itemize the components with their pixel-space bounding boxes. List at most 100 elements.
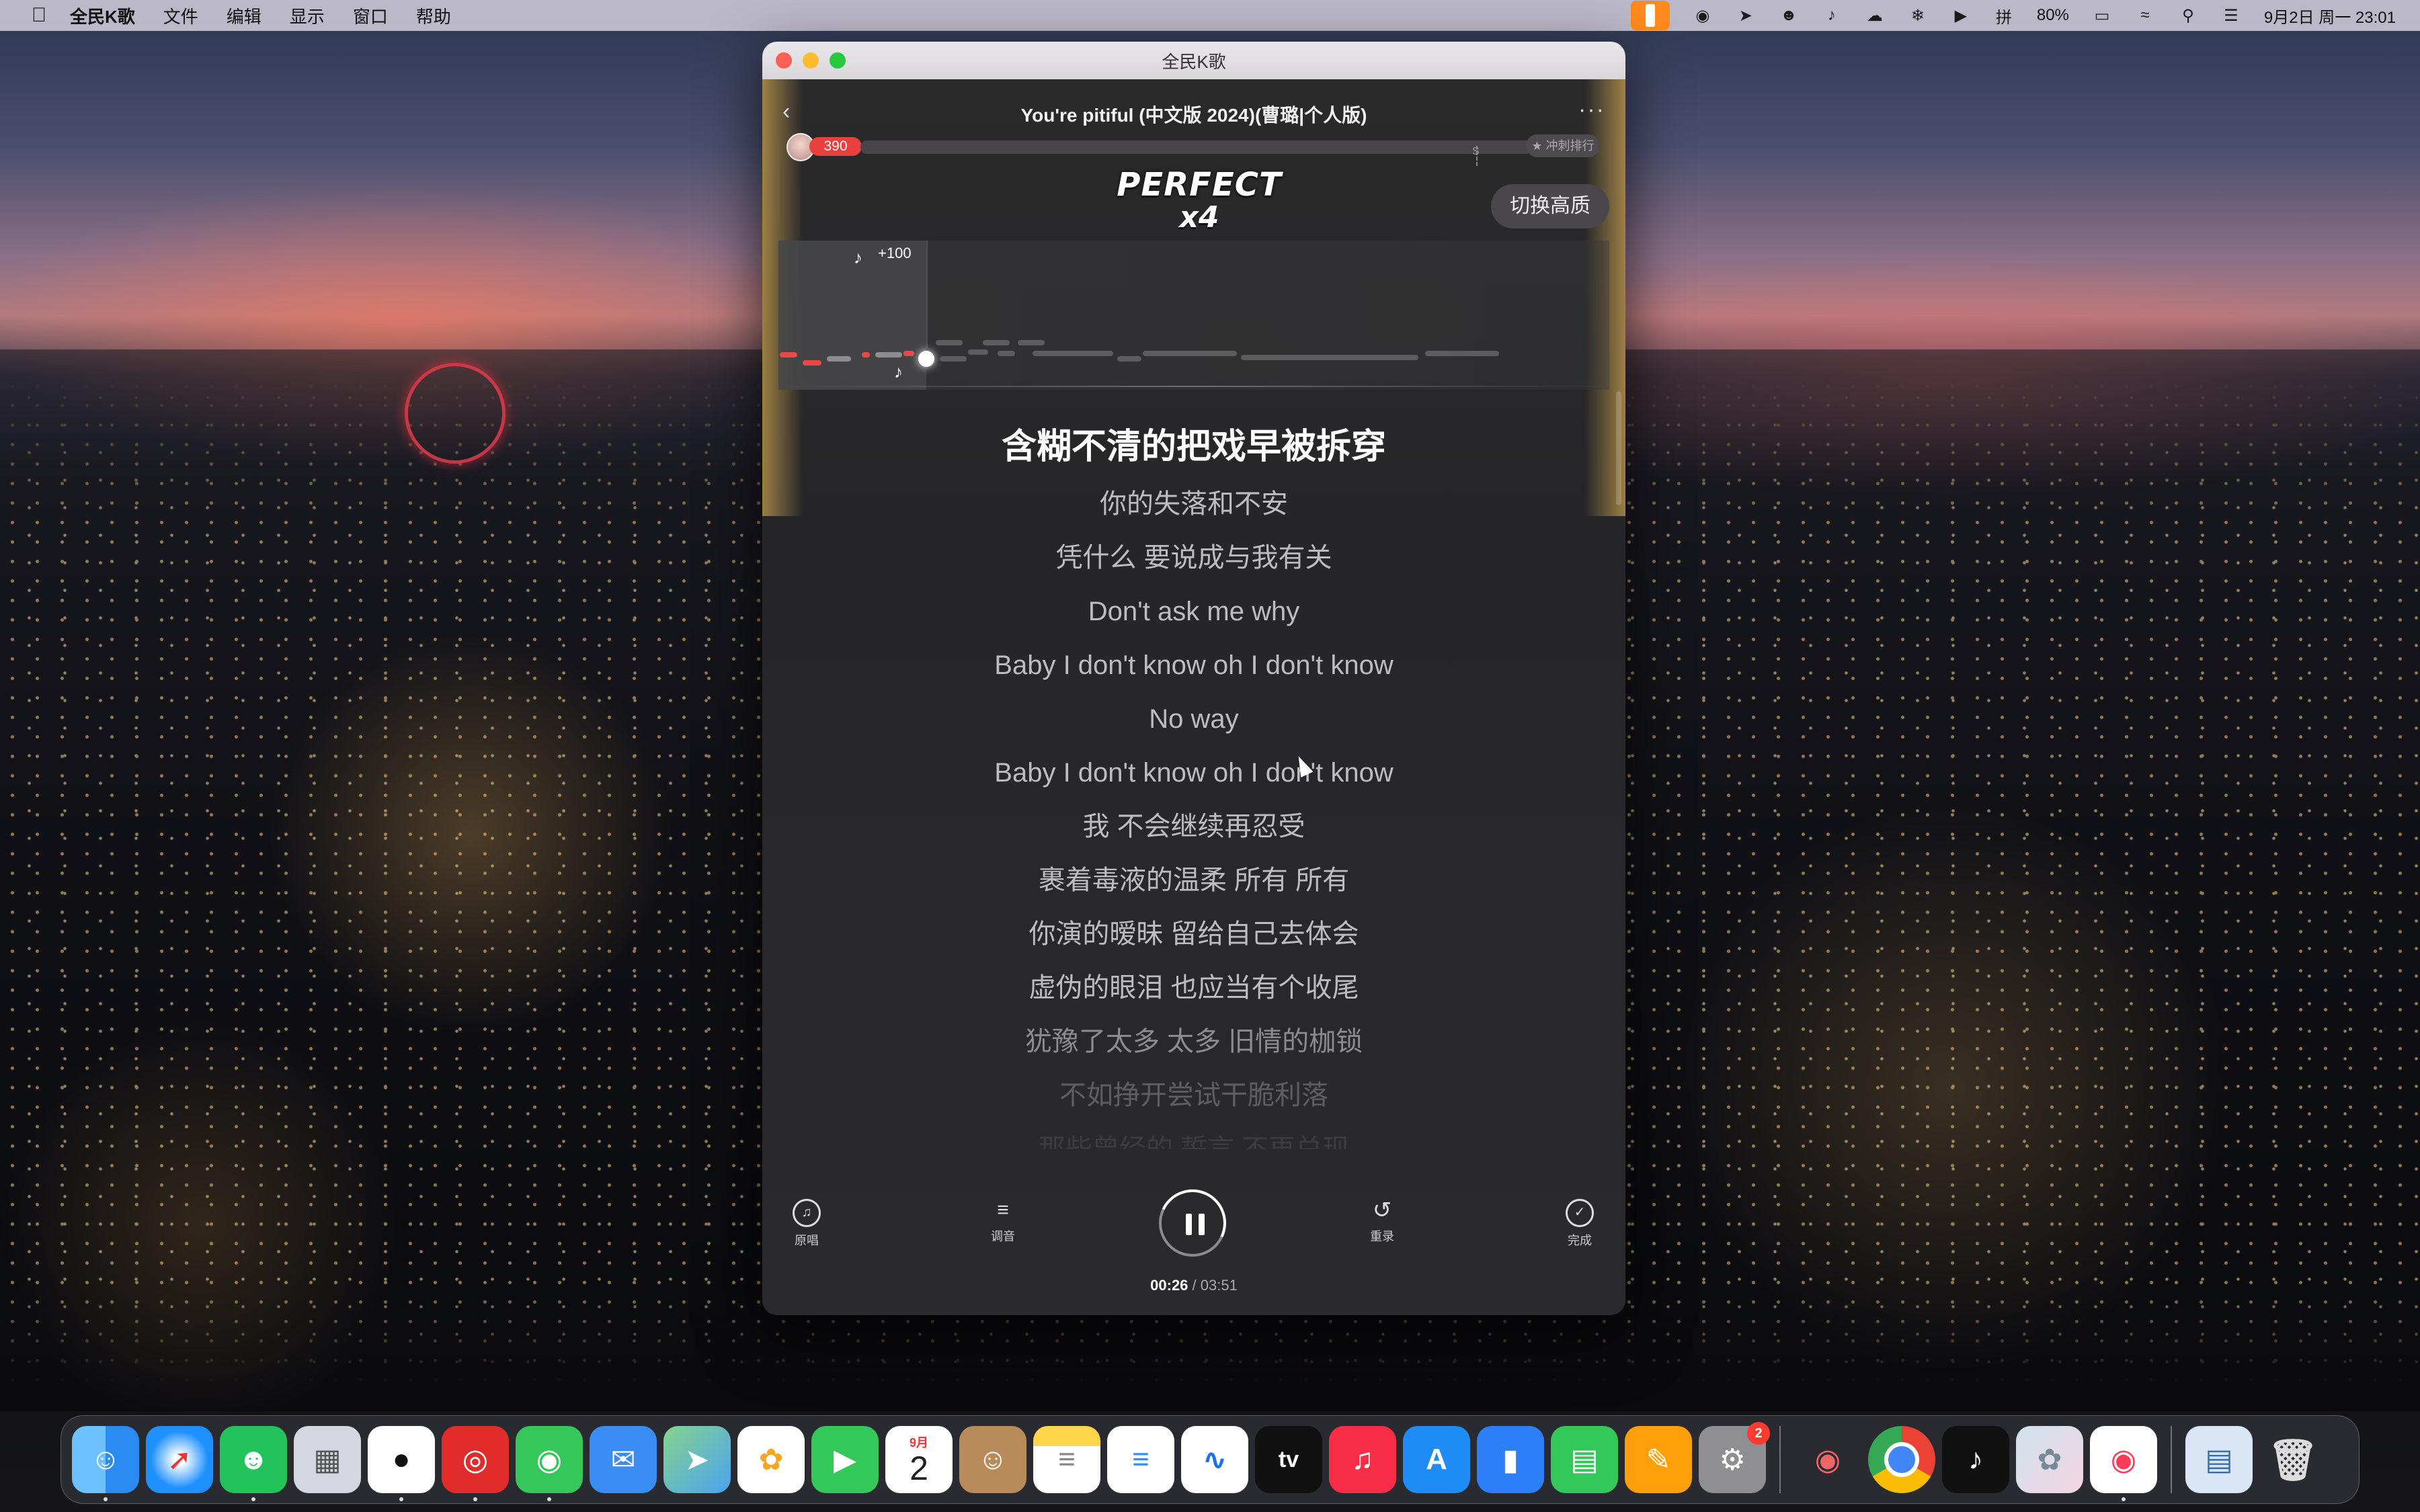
calendar-month: 9月 [909,1436,928,1450]
pitch-bar [875,352,902,358]
lyric-line: 那些曾经的 誓言 不再兑现 [1038,1134,1350,1149]
lyric-line: Baby I don't know oh I don't know [994,758,1394,788]
pages-icon[interactable]: ✎ [1625,1426,1692,1493]
photo-thumbnail-icon[interactable]: ✿ [2016,1426,2083,1493]
pitch-bar [936,340,963,345]
karaoke-icon[interactable]: ◉ [1794,1426,1861,1493]
snowflake-icon[interactable]: ❄ [1908,5,1928,26]
perfect-text: PERFECT [1117,166,1282,204]
facetime-icon[interactable]: ▶ [811,1426,879,1493]
reminders-icon[interactable]: ≡ [1107,1426,1174,1493]
pitch-bar [1241,355,1418,360]
window-titlebar[interactable]: 全民K歌 [762,42,1625,79]
restart-button[interactable]: ↺ 重录 [1348,1184,1416,1245]
checkmark-icon: ✓ [1566,1199,1594,1227]
original-vocal-button[interactable]: ♫ 原唱 [773,1184,840,1249]
pause-button[interactable] [1149,1179,1236,1267]
apple-tv-icon[interactable]: tv [1255,1426,1322,1493]
rank-pill[interactable]: ★ 冲刺排行 [1526,134,1600,157]
messages-icon[interactable]: ◉ [516,1426,583,1501]
switch-quality-button[interactable]: 切换高质 [1491,184,1609,228]
menu-file[interactable]: 文件 [163,3,198,28]
battery-icon[interactable]: ▭ [2092,5,2112,26]
pitch-graph: +100 ♪ ♪ [778,241,1609,390]
photos-icon[interactable]: ✿ [737,1426,805,1493]
scrollbar[interactable] [1616,391,1621,505]
pause-icon [1186,1214,1205,1235]
system-settings-icon[interactable]: ⚙ 2 [1699,1422,1770,1493]
lyric-line: 不如挣开尝试干脆利落 [1059,1081,1328,1110]
restart-icon: ↺ [1372,1198,1392,1223]
play-status-icon[interactable]: ▶ [1951,5,1971,26]
score-progress-bar: S [860,140,1533,166]
music-icon[interactable]: ♫ [1329,1426,1396,1493]
lyric-line-current: 含糊不清的把戏早被拆穿 [1001,427,1386,466]
finder-icon[interactable]: ☺ [72,1426,139,1501]
numbers-icon[interactable]: ▤ [1551,1426,1618,1493]
menu-bar:  全民K歌 文件 编辑 显示 窗口 帮助 ◉ ➤ ☻ ♪ ☁ ❄ ▶ 拼 80… [0,0,2420,31]
mic-in-use-icon[interactable] [1630,1,1670,30]
menu-clock[interactable]: 9月2日 周一 23:01 [2264,4,2396,28]
pitch-bar [862,352,870,358]
contacts-icon[interactable]: ☺ [959,1426,1026,1493]
input-method-icon[interactable]: 拼 [1994,5,2014,27]
send-icon[interactable]: ➤ [1736,5,1756,26]
pitch-bar [1117,356,1141,362]
menu-app-name[interactable]: 全民K歌 [70,3,135,28]
playback-controls: ♫ 原唱 ≡ 调音 ↺ 重录 ✓ 完成 [762,1179,1625,1267]
restart-label: 重录 [1370,1230,1394,1243]
wechat-status-icon[interactable]: ☻ [1779,5,1799,26]
menu-window[interactable]: 窗口 [353,3,388,28]
pitch-cursor [918,351,934,367]
lyrics-panel[interactable]: 含糊不清的把戏早被拆穿 你的失落和不安 凭什么 要说成与我有关 Don't as… [762,417,1625,1149]
pitch-bar [827,356,851,362]
launchpad-icon[interactable]: ▦ [294,1426,361,1493]
calendar-icon[interactable]: 9月 2 [885,1426,953,1493]
safari-icon[interactable]: ➚ [146,1426,213,1493]
tiktok-status-icon[interactable]: ♪ [1822,5,1842,26]
freeform-icon[interactable]: ∿ [1181,1426,1248,1493]
wechat-icon[interactable]: ☻ [220,1426,287,1501]
dock-separator [1779,1426,1781,1493]
pitch-bar [968,349,988,355]
app-store-icon[interactable]: A [1403,1426,1470,1493]
pitch-playhead-line [926,241,928,348]
apple-menu-icon[interactable]:  [26,2,52,29]
time-total: 03:51 [1200,1277,1238,1294]
notes-icon[interactable]: ≡ [1033,1426,1100,1493]
finish-button[interactable]: ✓ 完成 [1546,1184,1613,1249]
pitch-bonus: +100 [878,245,912,261]
menu-help[interactable]: 帮助 [416,3,451,28]
more-options-icon[interactable]: ··· [1578,97,1605,123]
control-center-icon[interactable]: ☰ [2221,5,2241,26]
netease-music-icon[interactable]: ◎ [442,1426,509,1501]
qq-icon[interactable]: ● [368,1426,435,1501]
record-icon[interactable]: ◉ [1693,5,1713,26]
quanmin-kge-icon[interactable]: ◉ [2090,1426,2157,1501]
time-current: 00:26 [1150,1277,1188,1294]
tiktok-icon[interactable]: ♪ [1942,1426,2009,1493]
menu-edit[interactable]: 编辑 [227,3,261,28]
wifi-icon[interactable]: ≈ [2135,5,2155,26]
calendar-day: 2 [910,1450,928,1487]
time-separator: / [1192,1277,1201,1294]
combo-text: x4 [1179,200,1219,235]
lyric-line: 我 不会继续再忍受 [1082,812,1305,841]
time-display: 00:26 / 03:51 [762,1277,1625,1294]
lyric-line: 虚伪的眼泪 也应当有个收尾 [1028,973,1359,1003]
sliders-icon: ≡ [997,1199,1009,1221]
chrome-icon[interactable] [1868,1426,1935,1493]
cloud-icon[interactable]: ☁ [1865,5,1885,26]
pitch-bar [803,360,821,366]
spotlight-search-icon[interactable]: ⚲ [2178,5,2198,26]
lyric-line: Don't ask me why [1088,597,1300,626]
dock-separator [2171,1426,2172,1493]
maps-icon[interactable]: ➤ [663,1426,731,1493]
trash-icon[interactable]: 🗑 [2259,1426,2327,1493]
keynote-icon[interactable]: ▮ [1477,1426,1544,1493]
menu-view[interactable]: 显示 [290,3,325,28]
tune-button[interactable]: ≡ 调音 [969,1184,1037,1245]
downloads-stack-icon[interactable]: ▤ [2185,1426,2253,1493]
mail-icon[interactable]: ✉ [590,1426,657,1493]
lyric-line: No way [1149,704,1239,734]
